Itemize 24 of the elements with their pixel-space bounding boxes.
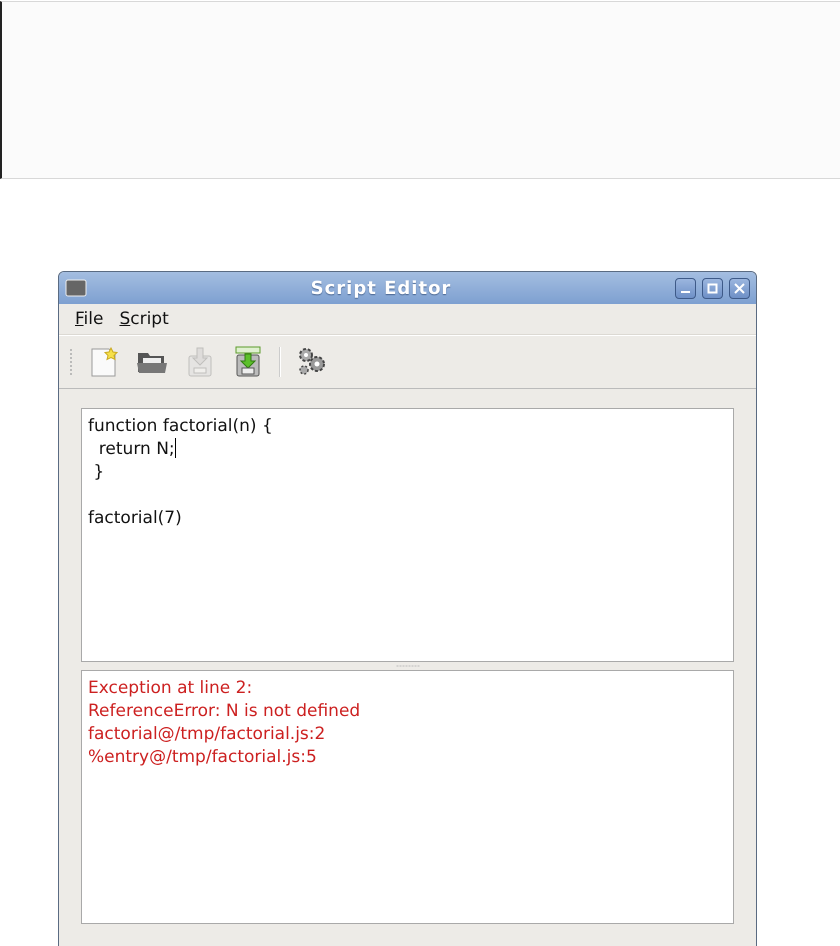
toolbar-grip[interactable]: [69, 348, 73, 376]
output-line: %entry@/tmp/factorial.js:5: [88, 746, 318, 769]
window-icon: [65, 279, 87, 297]
close-button[interactable]: [729, 278, 750, 298]
maximize-button[interactable]: [702, 278, 723, 298]
output-line: ReferenceError: N is not defined: [88, 700, 362, 723]
code-line: factorial(7): [88, 507, 183, 530]
splitter-handle[interactable]: [396, 665, 420, 667]
maximize-icon: [707, 282, 718, 294]
window-title: Script Editor: [310, 278, 452, 298]
close-icon: [734, 282, 745, 294]
code-line: function factorial(n) {: [88, 415, 274, 438]
minimize-icon: [681, 291, 690, 293]
code-line: return N;: [98, 438, 177, 461]
menu-item[interactable]: Script: [115, 309, 173, 329]
code-editor[interactable]: function factorial(n) { return N; } factorial(7): [81, 408, 734, 662]
menu-item[interactable]: File: [71, 309, 108, 329]
save-as-icon: [234, 346, 262, 378]
new-document-icon: [89, 346, 119, 378]
output-line: factorial@/tmp/factorial.js:2: [88, 723, 326, 746]
minimize-button[interactable]: [675, 278, 696, 298]
code-line: }: [92, 461, 106, 484]
output-line: Exception at line 2:: [88, 677, 254, 700]
save-icon: [187, 346, 213, 378]
